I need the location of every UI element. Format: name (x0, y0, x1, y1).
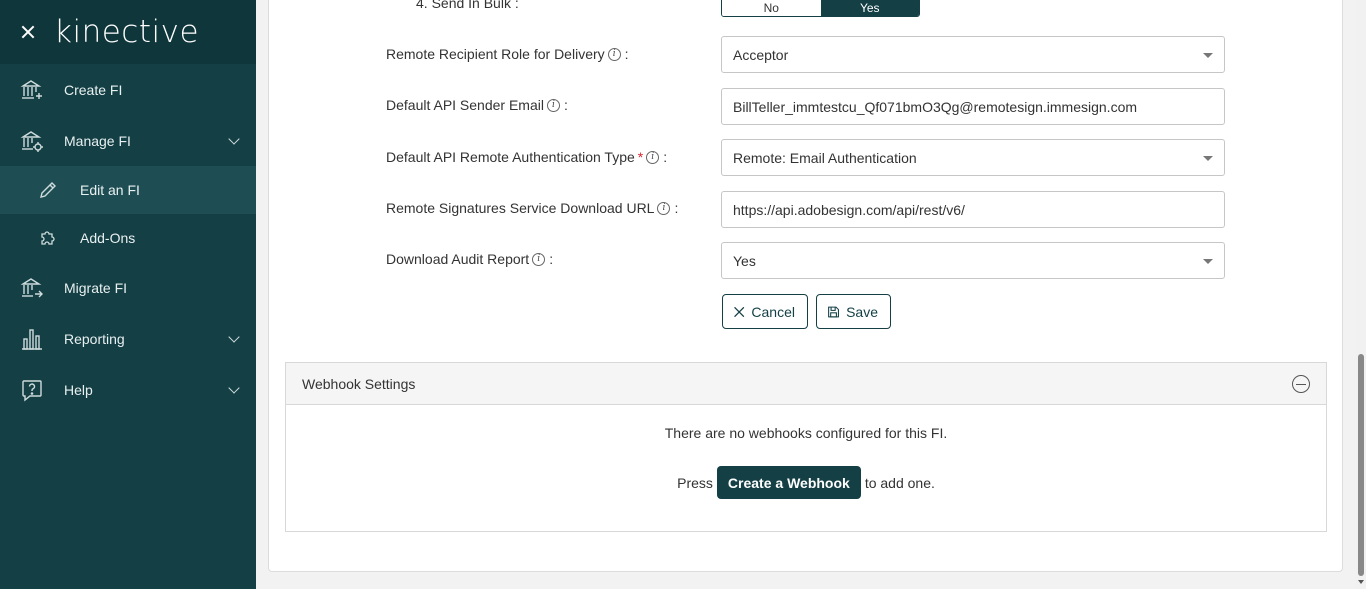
kinective-logo: kinective (54, 14, 200, 50)
sidebar-item-label: Manage FI (64, 132, 131, 149)
sidebar-item-label: Migrate FI (64, 279, 128, 296)
download-url-field[interactable]: https://api.adobesign.com/api/rest/v6/ (721, 191, 1225, 228)
question-bubble-icon (20, 378, 44, 402)
recipient-role-label-text: Remote Recipient Role for Delivery (386, 46, 605, 62)
floppy-disk-icon (828, 306, 839, 317)
send-in-bulk-label-text: 4. Send In Bulk : (416, 0, 519, 11)
sidebar-item-add-ons[interactable]: Add-Ons (0, 214, 256, 262)
webhook-settings-header[interactable]: Webhook Settings (286, 363, 1326, 405)
required-asterisk: * (637, 149, 644, 165)
sidebar-item-label: Help (64, 381, 93, 398)
toggle-option-yes[interactable]: Yes (820, 0, 919, 16)
audit-report-label: Download Audit Report i : (386, 250, 553, 268)
bank-plus-icon (20, 78, 44, 102)
close-icon (734, 306, 745, 317)
press-text: Press (677, 474, 713, 491)
sidebar-item-label: Reporting (64, 330, 125, 347)
info-icon[interactable]: i (646, 150, 660, 164)
save-button[interactable]: Save (816, 294, 891, 329)
bar-chart-icon (20, 327, 44, 351)
auth-type-label: Default API Remote Authentication Type *… (386, 148, 667, 166)
recipient-role-label: Remote Recipient Role for Delivery i : (386, 45, 629, 63)
no-webhooks-message: There are no webhooks configured for thi… (664, 425, 948, 441)
bank-arrow-icon (20, 276, 44, 300)
sender-email-field[interactable]: BillTeller_immtestcu_Qf071bmO3Qg@remotes… (721, 88, 1225, 125)
auth-type-value: Remote: Email Authentication (733, 149, 917, 166)
webhook-settings-title: Webhook Settings (302, 375, 416, 392)
sidebar-item-edit-an-fi[interactable]: Edit an FI (0, 166, 256, 214)
close-icon[interactable] (18, 22, 38, 42)
recipient-role-select[interactable]: Acceptor (721, 36, 1225, 73)
webhook-settings-panel: Webhook Settings There are no webhooks c… (285, 362, 1327, 532)
info-icon[interactable]: i (546, 98, 560, 112)
audit-report-label-text: Download Audit Report (386, 251, 530, 267)
collapse-minus-icon[interactable] (1292, 375, 1310, 393)
page-scrollbar[interactable] (1356, 0, 1366, 589)
sidebar-item-migrate-fi[interactable]: Migrate FI (0, 262, 256, 313)
sender-email-label: Default API Sender Email i : (386, 96, 568, 114)
download-url-value: https://api.adobesign.com/api/rest/v6/ (733, 201, 965, 218)
pencil-icon (38, 180, 58, 200)
scrollbar-thumb[interactable] (1358, 354, 1364, 576)
sidebar-item-reporting[interactable]: Reporting (0, 313, 256, 364)
brand-bar: kinective (0, 0, 256, 64)
label-colon: : (674, 200, 679, 216)
sidebar-item-label: Add-Ons (80, 230, 136, 246)
label-colon: : (663, 149, 668, 165)
info-icon[interactable]: i (532, 252, 546, 266)
label-colon: : (549, 251, 554, 267)
info-icon[interactable]: i (607, 47, 621, 61)
download-url-label-text: Remote Signatures Service Download URL (386, 200, 655, 216)
send-in-bulk-toggle[interactable]: No Yes (721, 0, 920, 17)
create-webhook-line: Press Create a Webhook to add one. (286, 466, 1326, 499)
sender-email-value: BillTeller_immtestcu_Qf071bmO3Qg@remotes… (733, 98, 1138, 115)
chevron-down-icon (228, 381, 240, 394)
sidebar-item-manage-fi[interactable]: Manage FI (0, 115, 256, 166)
sidebar-item-label: Edit an FI (80, 182, 140, 198)
info-icon[interactable]: i (657, 201, 671, 215)
sender-email-label-text: Default API Sender Email (386, 97, 544, 113)
bank-gear-icon (20, 129, 44, 153)
audit-report-select[interactable]: Yes (721, 242, 1225, 279)
chevron-down-icon (228, 132, 240, 145)
audit-report-value: Yes (733, 252, 756, 269)
add-one-text: to add one. (864, 474, 935, 491)
puzzle-icon (38, 228, 58, 248)
send-in-bulk-label: 4. Send In Bulk : (416, 0, 519, 11)
save-label: Save (846, 303, 878, 320)
auth-type-select[interactable]: Remote: Email Authentication (721, 139, 1225, 176)
sidebar-item-create-fi[interactable]: Create FI (0, 64, 256, 115)
cancel-label: Cancel (751, 303, 795, 320)
chevron-down-icon (228, 330, 240, 343)
recipient-role-value: Acceptor (733, 46, 789, 63)
label-colon: : (624, 46, 629, 62)
label-colon: : (563, 97, 568, 113)
sidebar-item-label: Create FI (64, 81, 123, 98)
toggle-option-no[interactable]: No (722, 0, 821, 16)
cancel-button[interactable]: Cancel (722, 294, 808, 329)
auth-type-label-text: Default API Remote Authentication Type (386, 149, 635, 165)
download-url-label: Remote Signatures Service Download URL i… (386, 199, 678, 217)
sidebar: kinective Create FI Manage FI Edit an FI… (0, 0, 256, 589)
sidebar-item-help[interactable]: Help (0, 364, 256, 415)
create-webhook-button[interactable]: Create a Webhook (716, 466, 861, 499)
scroll-down-arrow-icon[interactable] (1358, 580, 1364, 584)
